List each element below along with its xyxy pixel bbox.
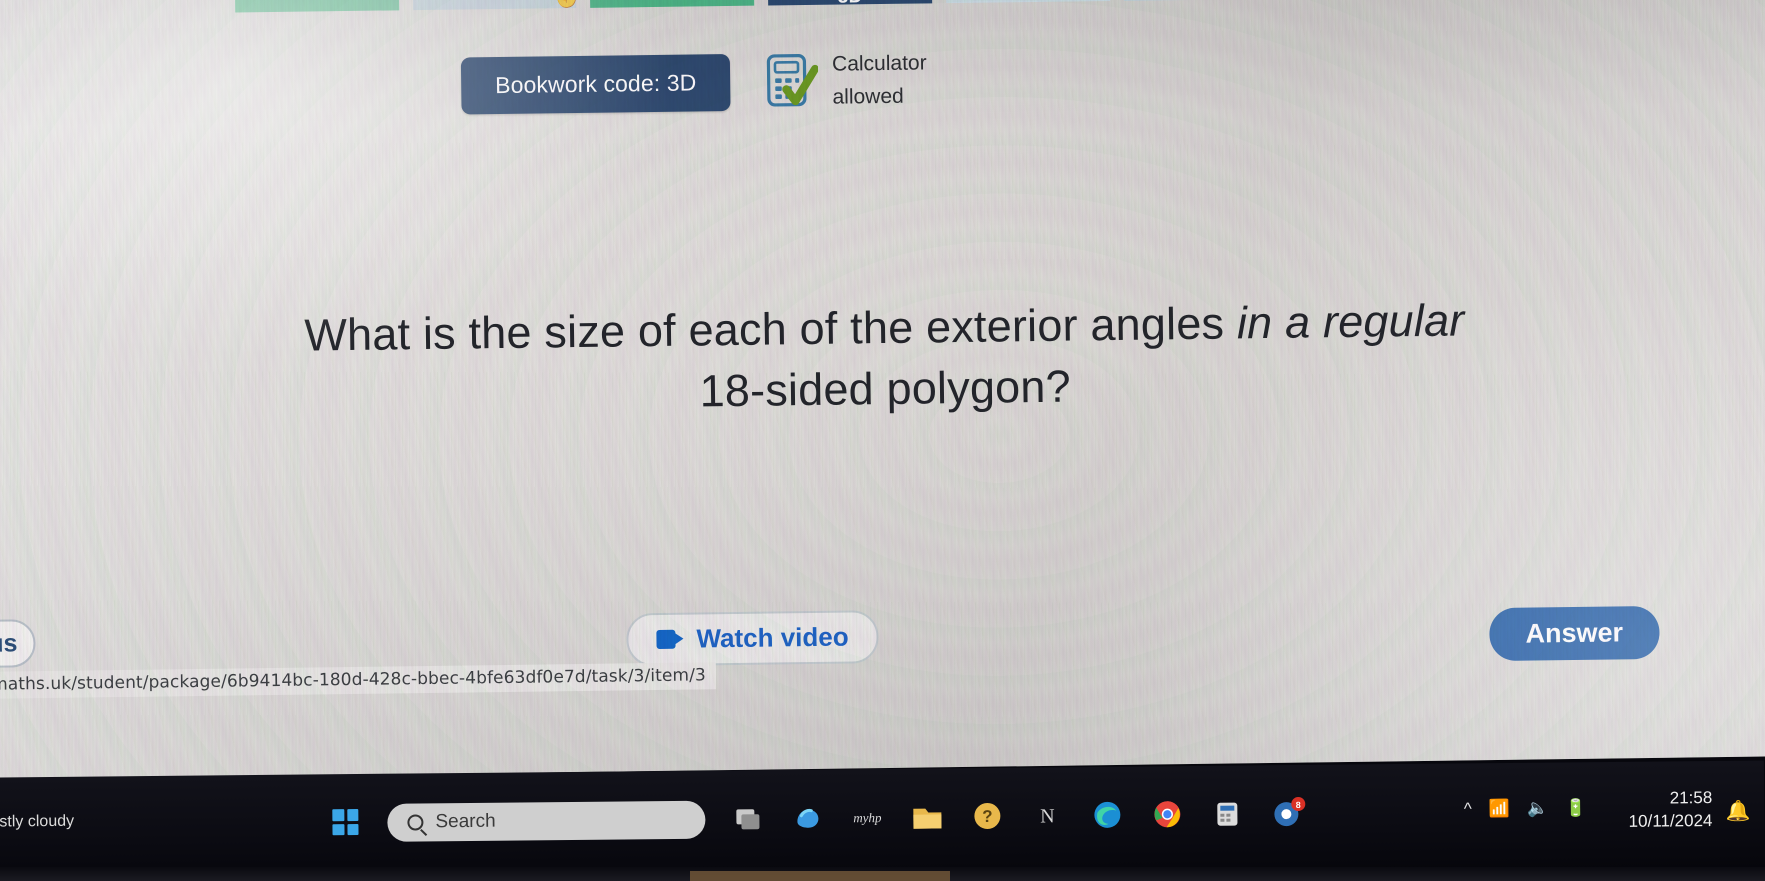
bookwork-code-badge: Bookwork code: 3D bbox=[460, 54, 731, 115]
task-tab-5[interactable] bbox=[945, 0, 1110, 4]
task-tab-strip[interactable]: 3D Summary bbox=[234, 0, 1465, 13]
calculator-icon bbox=[766, 52, 820, 111]
hand-cursor-icon: ☝ bbox=[547, 0, 586, 12]
question-text: What is the size of each of the exterior… bbox=[0, 286, 1765, 432]
photo-of-screen: 3D Summary ☝ Bookwork code: 3D bbox=[0, 0, 1765, 881]
weather-widget[interactable]: stly cloudy bbox=[0, 813, 74, 832]
desk-surface bbox=[690, 871, 950, 881]
svg-text:N: N bbox=[1040, 805, 1055, 827]
chrome-icon[interactable] bbox=[1145, 792, 1189, 836]
notifications-icon[interactable]: 🔔 bbox=[1725, 799, 1750, 824]
answer-button[interactable]: Answer bbox=[1489, 605, 1660, 662]
task-tab-3[interactable] bbox=[590, 0, 755, 8]
calculator-taskbar-icon[interactable] bbox=[1205, 791, 1249, 835]
taskbar-clock[interactable]: 21:58 10/11/2024 bbox=[1628, 787, 1713, 834]
windows-taskbar: stly cloudy Search myhp ? N 8 ^ 📶 🔈 🔋 21… bbox=[0, 760, 1765, 881]
calculator-allowed-line2: allowed bbox=[832, 84, 904, 109]
search-input[interactable]: Search bbox=[387, 800, 706, 842]
edge-icon[interactable] bbox=[1085, 793, 1129, 837]
browser-viewport: 3D Summary ☝ Bookwork code: 3D bbox=[0, 0, 1765, 781]
calculator-allowed-block: Calculator allowed bbox=[766, 47, 927, 114]
start-button-icon[interactable] bbox=[332, 809, 359, 836]
status-bar-url: sparxmaths.uk/student/package/6b9414bc-1… bbox=[0, 662, 717, 700]
task-view-icon[interactable] bbox=[725, 796, 769, 840]
svg-text:myhp: myhp bbox=[853, 810, 882, 825]
calculator-allowed-line1: Calculator bbox=[831, 51, 927, 76]
svg-text:?: ? bbox=[982, 807, 993, 826]
clock-date: 10/11/2024 bbox=[1628, 810, 1713, 831]
help-icon[interactable]: ? bbox=[965, 794, 1009, 838]
clock-time: 21:58 bbox=[1669, 788, 1713, 808]
notepad-icon[interactable]: N bbox=[1025, 793, 1069, 837]
watch-video-button[interactable]: Watch video bbox=[626, 610, 879, 667]
search-placeholder: Search bbox=[435, 810, 496, 833]
myhp-icon[interactable]: myhp bbox=[845, 795, 889, 839]
question-part-1: What is the size of each of the exterior… bbox=[304, 297, 1238, 361]
tray-expand-icon[interactable]: ^ bbox=[1464, 799, 1472, 819]
taskbar-pinned-apps: myhp ? N 8 bbox=[725, 791, 1309, 841]
volume-icon[interactable]: 🔈 bbox=[1527, 799, 1548, 819]
wifi-icon[interactable]: 📶 bbox=[1489, 799, 1510, 819]
search-icon bbox=[407, 814, 424, 831]
task-tab-current-label: 3D bbox=[838, 0, 863, 5]
video-camera-icon bbox=[656, 629, 684, 650]
battery-icon[interactable]: 🔋 bbox=[1565, 798, 1586, 818]
svg-text:8: 8 bbox=[1296, 800, 1301, 810]
system-tray: ^ 📶 🔈 🔋 bbox=[1464, 798, 1587, 819]
copilot-icon[interactable] bbox=[785, 796, 829, 840]
bookwork-row: Bookwork code: 3D Calculator allowed bbox=[460, 47, 927, 118]
chrome-badged-icon[interactable]: 8 bbox=[1265, 791, 1309, 835]
file-explorer-icon[interactable] bbox=[905, 794, 949, 838]
task-tab-1[interactable] bbox=[234, 0, 399, 13]
calculator-allowed-text: Calculator allowed bbox=[832, 47, 927, 113]
task-tab-current[interactable]: 3D bbox=[767, 0, 933, 6]
previous-button[interactable]: vious bbox=[0, 619, 36, 670]
question-part-italic: in a regular bbox=[1236, 294, 1465, 349]
task-tab-6[interactable] bbox=[1123, 0, 1288, 1]
watch-video-label: Watch video bbox=[696, 621, 849, 654]
